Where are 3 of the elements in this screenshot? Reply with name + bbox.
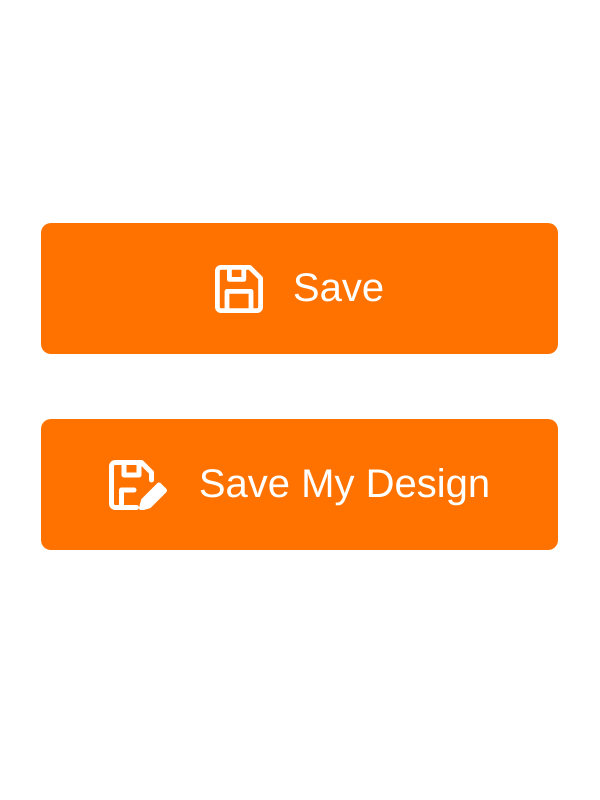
save-design-button[interactable]: Save My Design (41, 419, 558, 550)
save-button[interactable]: Save (41, 223, 558, 354)
floppy-disk-pencil-icon (108, 460, 169, 510)
